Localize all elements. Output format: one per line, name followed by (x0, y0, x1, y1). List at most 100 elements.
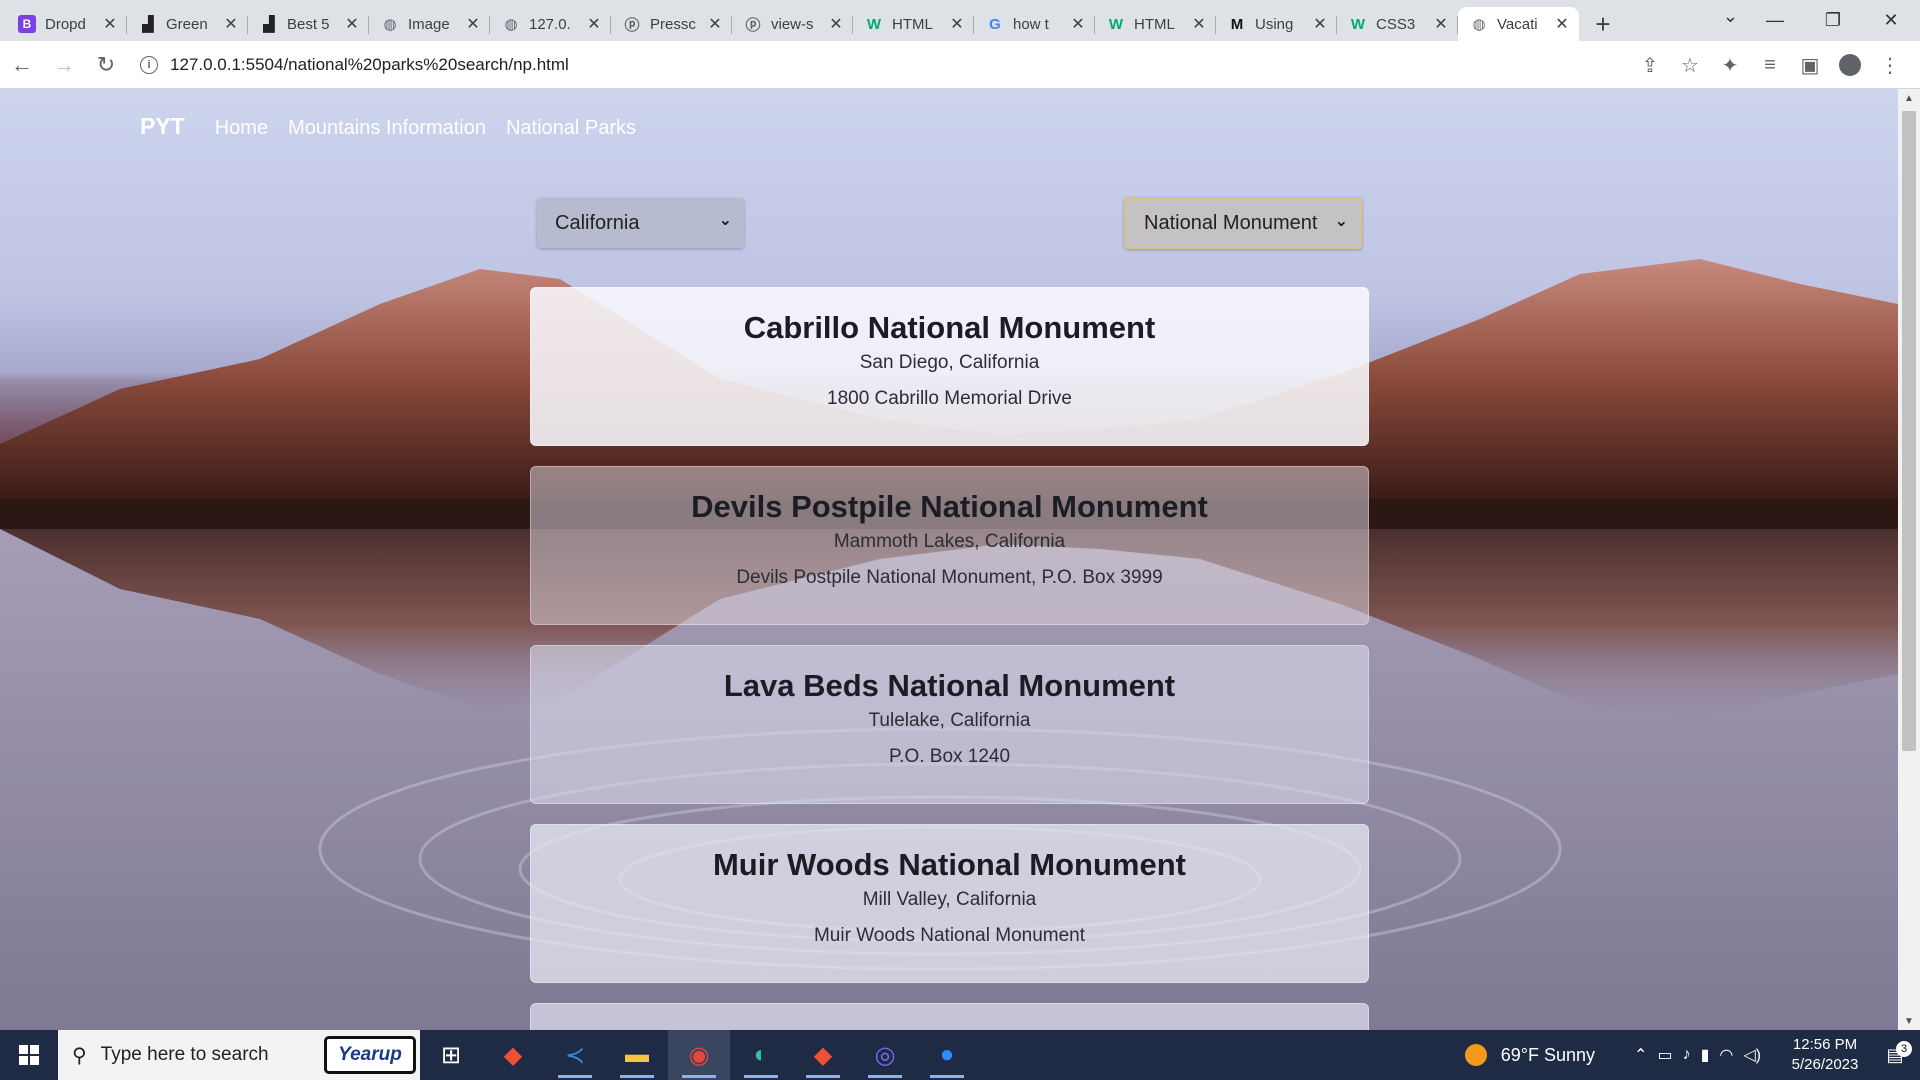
state-select[interactable]: California ⌄ (537, 198, 744, 248)
weather-widget[interactable]: 69°F Sunny (1464, 1044, 1595, 1066)
browser-tab[interactable]: ⓟ view-s ✕ (732, 7, 853, 41)
taskbar-clock[interactable]: 12:56 PM 5/26/2023 (1780, 1035, 1870, 1075)
edge-icon[interactable]: ◐ (730, 1030, 792, 1080)
discord-icon[interactable]: ◎ (854, 1030, 916, 1080)
park-title: Lava Beds National Monument (723, 668, 1176, 703)
share-icon[interactable]: ⇪ (1630, 47, 1670, 83)
start-button[interactable] (0, 1030, 58, 1080)
close-tab-icon[interactable]: ✕ (708, 14, 722, 34)
close-tab-icon[interactable]: ✕ (1192, 14, 1206, 34)
close-tab-icon[interactable]: ✕ (1313, 14, 1327, 34)
browser-tab[interactable]: Ghow t ✕ (974, 7, 1095, 41)
toolbar-actions: ⇪ ☆ ✦ ≡ ▣ ⋮ (1630, 47, 1910, 83)
tab-favicon-icon: B (18, 15, 36, 33)
close-tab-icon[interactable]: ✕ (829, 14, 843, 34)
side-panel-icon[interactable]: ▣ (1790, 47, 1830, 83)
nav-link-mountains[interactable]: Mountains Information (288, 117, 486, 140)
tab-title: Pressc (650, 15, 696, 33)
minimize-button[interactable]: — (1746, 0, 1804, 41)
nav-link-national-parks[interactable]: National Parks (506, 117, 636, 140)
park-type-select-value: National Monument (1144, 211, 1318, 234)
park-title: Devils Postpile National Monument (691, 489, 1208, 524)
close-tab-icon[interactable]: ✕ (345, 14, 359, 34)
browser-tab-strip: B Dropd ✕ ▟ Green ✕ ▟ Best 5 ✕ ◍ Image ✕ ◍ 127.0. ✕ ⓟ Pr… (0, 0, 1920, 41)
media-control-icon[interactable]: ≡ (1750, 47, 1790, 83)
close-window-button[interactable]: ✕ (1862, 0, 1920, 41)
scroll-down-arrow-icon[interactable]: ▼ (1898, 1012, 1920, 1030)
browser-tab[interactable]: ◍ Image ✕ (369, 7, 490, 41)
close-tab-icon[interactable]: ✕ (466, 14, 480, 34)
battery-icon[interactable]: ▮ (1701, 1045, 1710, 1065)
chrome-icon[interactable]: ◉ (668, 1030, 730, 1080)
park-city: Tulelake, California (868, 710, 1031, 731)
tab-favicon-icon: M (1230, 15, 1244, 33)
new-tab-button[interactable]: + (1583, 7, 1623, 41)
browser-tab[interactable]: ▟ Green ✕ (127, 7, 248, 41)
git-app-icon[interactable]: ◆ (482, 1030, 544, 1080)
park-type-select[interactable]: National Monument ⌄ (1124, 197, 1362, 249)
tab-favicon-icon: ⓟ (624, 16, 640, 34)
park-address: P.O. Box 1240 (888, 746, 1011, 767)
site-info-icon[interactable]: i (140, 55, 158, 74)
park-card: Lava Beds National Monument Tulelake, Cal… (530, 645, 1369, 804)
browser-tab[interactable]: ◍ Vacati ✕ (1458, 7, 1579, 41)
park-address: Devils Postpile National Monument, P.O. … (736, 567, 1163, 588)
close-tab-icon[interactable]: ✕ (1071, 14, 1085, 34)
park-address: Muir Woods National Monument (813, 925, 1086, 946)
park-city: San Diego, California (859, 352, 1040, 373)
profile-avatar[interactable] (1830, 47, 1870, 83)
meet-now-icon[interactable]: ▭ (1657, 1045, 1672, 1065)
close-tab-icon[interactable]: ✕ (1555, 14, 1569, 34)
site-brand[interactable]: PYT (140, 113, 185, 140)
browser-tab[interactable]: ⓟ Pressc ✕ (611, 7, 732, 41)
page-scrollbar[interactable]: ▲ ▼ (1898, 89, 1920, 1030)
park-address: 1800 Cabrillo Memorial Drive (827, 388, 1072, 409)
url-field[interactable]: i 127.0.0.1:5504/national%20parks%20sear… (134, 47, 1614, 83)
tab-title: Image (408, 15, 450, 33)
back-button[interactable]: ← (2, 45, 42, 85)
browser-tab[interactable]: W CSS3 ✕ (1337, 7, 1458, 41)
vscode-icon[interactable]: ≺ (544, 1030, 606, 1080)
git-gui-icon[interactable]: ◆ (792, 1030, 854, 1080)
tab-search-icon[interactable]: ⌄ (1723, 6, 1738, 27)
browser-menu-icon[interactable]: ⋮ (1870, 47, 1910, 83)
microphone-icon[interactable]: ♪ (1683, 1046, 1691, 1064)
extensions-icon[interactable]: ✦ (1710, 47, 1750, 83)
file-explorer-icon[interactable]: ▬ (606, 1030, 668, 1080)
bookmark-star-icon[interactable]: ☆ (1670, 47, 1710, 83)
tab-title: 127.0. (529, 15, 571, 33)
browser-tab[interactable]: W HTML ✕ (1095, 7, 1216, 41)
close-tab-icon[interactable]: ✕ (587, 14, 601, 34)
close-tab-icon[interactable]: ✕ (1434, 14, 1448, 34)
browser-tab[interactable]: ▟ Best 5 ✕ (248, 7, 369, 41)
browser-tab[interactable]: ◍ 127.0. ✕ (490, 7, 611, 41)
close-tab-icon[interactable]: ✕ (224, 14, 238, 34)
wifi-icon[interactable]: ◠ (1719, 1045, 1733, 1065)
scroll-up-arrow-icon[interactable]: ▲ (1898, 89, 1920, 107)
scroll-thumb[interactable] (1902, 111, 1916, 751)
task-view-icon[interactable]: ⊞ (420, 1030, 482, 1080)
restore-button[interactable]: ❐ (1804, 0, 1862, 41)
tab-favicon-icon: W (866, 15, 882, 33)
park-results-list: Cabrillo National Monument San Diego, Cal… (530, 287, 1369, 1030)
nav-link-home[interactable]: Home (215, 117, 268, 140)
park-title: Muir Woods National Monument (712, 847, 1186, 882)
notification-center-icon[interactable]: ▤ 3 (1870, 1040, 1920, 1066)
taskbar-search[interactable]: ⚲ Type here to search Yearup (58, 1030, 420, 1080)
tab-favicon-icon: ◍ (504, 16, 518, 33)
volume-icon[interactable]: ◁) (1743, 1045, 1761, 1065)
tab-title: Green (166, 15, 208, 33)
yearup-logo[interactable]: Yearup (324, 1036, 416, 1074)
close-tab-icon[interactable]: ✕ (103, 14, 117, 34)
chevron-up-icon[interactable]: ⌃ (1634, 1045, 1647, 1065)
tab-list: B Dropd ✕ ▟ Green ✕ ▟ Best 5 ✕ ◍ Image ✕ ◍ 127.0. ✕ ⓟ Pr… (0, 0, 1579, 41)
browser-tab[interactable]: W HTML ✕ (853, 7, 974, 41)
browser-tab[interactable]: M Using ✕ (1216, 7, 1337, 41)
browser-tab[interactable]: B Dropd ✕ (6, 7, 127, 41)
reload-button[interactable]: ↻ (86, 45, 126, 85)
zoom-icon[interactable]: ● (916, 1030, 978, 1080)
tab-favicon-icon: W (1108, 15, 1124, 33)
forward-button[interactable]: → (44, 45, 84, 85)
state-select-value: California (555, 211, 640, 234)
close-tab-icon[interactable]: ✕ (950, 14, 964, 34)
